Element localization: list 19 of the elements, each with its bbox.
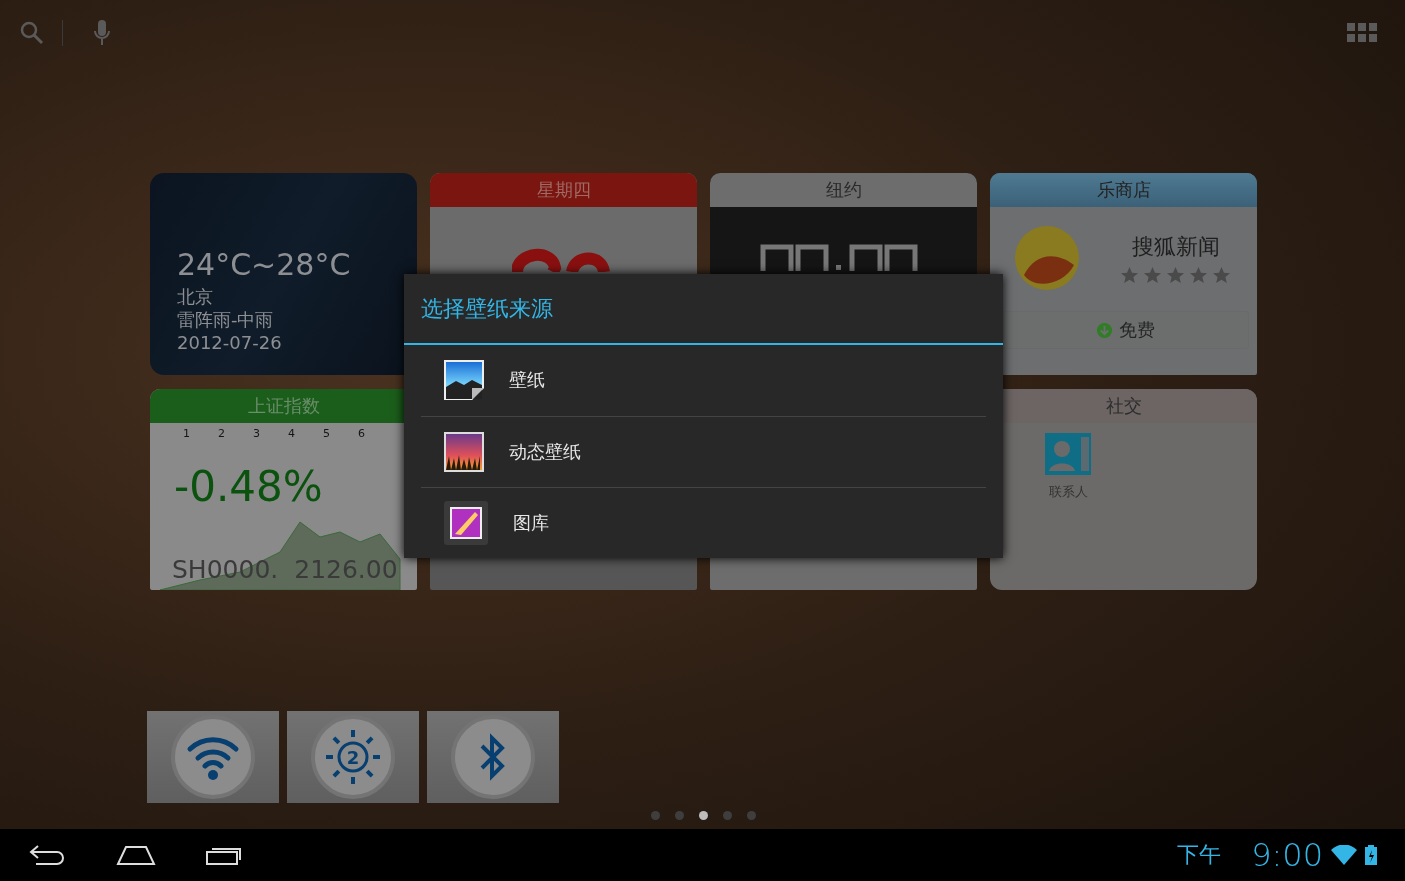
hour-tick: 3 [253, 427, 260, 440]
time-period: 下午 [1177, 841, 1222, 869]
store-header: 乐商店 [990, 173, 1257, 207]
city-name: 北京 [177, 285, 214, 308]
calendar-header: 星期四 [430, 173, 697, 207]
hour-tick: 4 [288, 427, 295, 440]
status-clock: 9:00 [1251, 836, 1323, 874]
app-name: 搜狐新闻 [1131, 232, 1220, 261]
temperature-range: 24°C~28°C [177, 246, 352, 284]
hour-tick: 1 [183, 427, 190, 440]
clock-header: 纽约 [710, 173, 977, 207]
brightness-level-text: 2 [346, 746, 360, 768]
dialog-title: 选择壁纸来源 [421, 294, 553, 323]
hour-tick: 2 [218, 427, 225, 440]
weather-condition: 雷阵雨-中雨 [177, 308, 275, 331]
hour-tick: 6 [358, 427, 365, 440]
weather-date: 2012-07-26 [177, 331, 283, 354]
index-change: -0.48% [174, 462, 324, 511]
hour-tick: 5 [323, 427, 330, 440]
